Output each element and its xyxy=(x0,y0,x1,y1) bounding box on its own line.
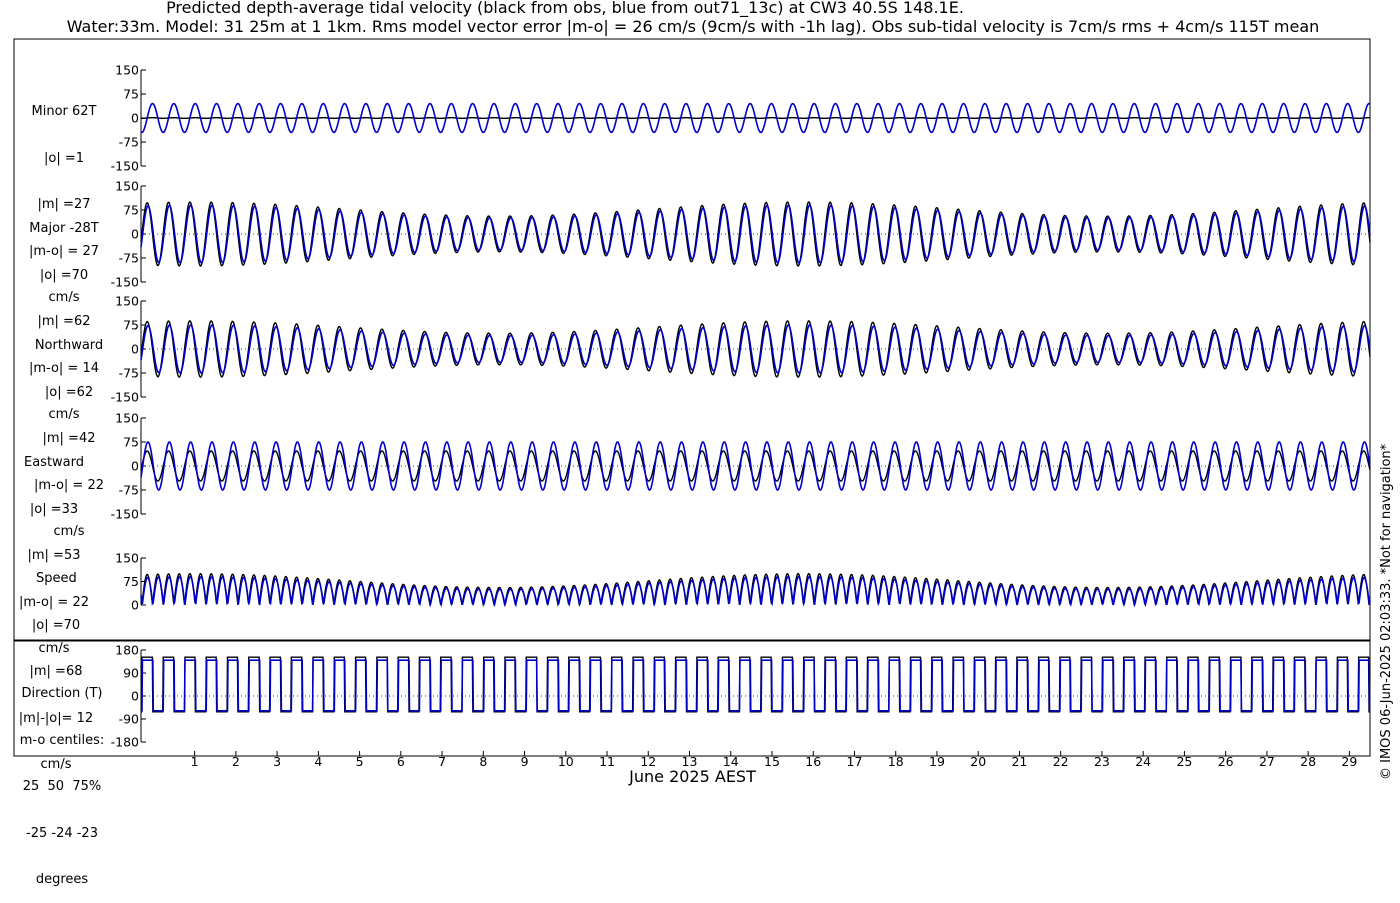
y-tick-label: 150 xyxy=(115,179,139,194)
upper-axes-frame xyxy=(13,38,1371,641)
y-tick-label: 75 xyxy=(123,318,139,333)
x-tick-label: 9 xyxy=(521,754,529,769)
y-tick-label: 75 xyxy=(123,87,139,102)
x-tick-label: 16 xyxy=(805,754,821,769)
y-tick-label: -75 xyxy=(119,251,139,266)
y-tick-label: 0 xyxy=(131,689,139,704)
y-tick-label: 0 xyxy=(131,459,139,474)
x-tick-label: 11 xyxy=(599,754,615,769)
x-tick-label: 8 xyxy=(479,754,487,769)
credit-note: © IMOS 06-Jun-2025 02:03:33. *Not for na… xyxy=(1379,443,1394,780)
y-tick-label: 0 xyxy=(131,598,139,613)
x-tick-label: 15 xyxy=(764,754,780,769)
y-tick-label: 0 xyxy=(131,111,139,126)
x-tick-label: 27 xyxy=(1259,754,1275,769)
x-tick-label: 23 xyxy=(1094,754,1110,769)
panel-label-line: -25 -24 -23 xyxy=(26,825,98,841)
y-tick-label: -75 xyxy=(119,366,139,381)
y-tick-label: -75 xyxy=(119,483,139,498)
y-tick-label: -90 xyxy=(119,712,139,727)
y-tick-label: -180 xyxy=(111,735,139,750)
x-tick-label: 19 xyxy=(929,754,945,769)
y-tick-label: -150 xyxy=(111,275,139,290)
y-tick-label: -150 xyxy=(111,390,139,405)
x-tick-label: 2 xyxy=(232,754,240,769)
x-tick-label: 4 xyxy=(314,754,322,769)
y-tick-label: 0 xyxy=(131,227,139,242)
y-tick-label: -75 xyxy=(119,135,139,150)
y-tick-label: 75 xyxy=(123,203,139,218)
x-tick-label: 7 xyxy=(438,754,446,769)
x-tick-label: 17 xyxy=(847,754,863,769)
y-tick-label: 150 xyxy=(115,294,139,309)
x-tick-label: 10 xyxy=(558,754,574,769)
x-tick-label: 3 xyxy=(273,754,281,769)
y-tick-label: 75 xyxy=(123,574,139,589)
y-tick-label: -150 xyxy=(111,159,139,174)
y-tick-label: 180 xyxy=(115,643,139,658)
y-tick-label: -150 xyxy=(111,507,139,522)
x-tick-label: 28 xyxy=(1300,754,1316,769)
y-tick-label: 75 xyxy=(123,435,139,450)
x-tick-label: 26 xyxy=(1218,754,1234,769)
x-tick-label: 25 xyxy=(1176,754,1192,769)
direction-obs-line xyxy=(140,656,1370,713)
x-tick-label: 21 xyxy=(1011,754,1027,769)
y-tick-label: 150 xyxy=(115,411,139,426)
y-tick-label: 150 xyxy=(115,551,139,566)
speed-model-line xyxy=(140,575,1371,608)
y-tick-label: 150 xyxy=(115,63,139,78)
y-tick-label: 0 xyxy=(131,342,139,357)
x-axis-label: June 2025 AEST xyxy=(629,767,756,786)
x-tick-label: 18 xyxy=(888,754,904,769)
x-tick-label: 20 xyxy=(970,754,986,769)
x-tick-label: 1 xyxy=(191,754,199,769)
x-tick-label: 22 xyxy=(1053,754,1069,769)
y-tick-label: 90 xyxy=(123,666,139,681)
x-tick-label: 6 xyxy=(397,754,405,769)
panel-label-line: degrees xyxy=(35,872,89,887)
x-tick-label: 29 xyxy=(1341,754,1357,769)
x-tick-label: 5 xyxy=(356,754,364,769)
direction-model-line xyxy=(141,659,1371,712)
tidal-velocity-plot: 150750-75-150150750-75-150150750-75-1501… xyxy=(13,38,1371,769)
x-tick-label: 24 xyxy=(1135,754,1151,769)
